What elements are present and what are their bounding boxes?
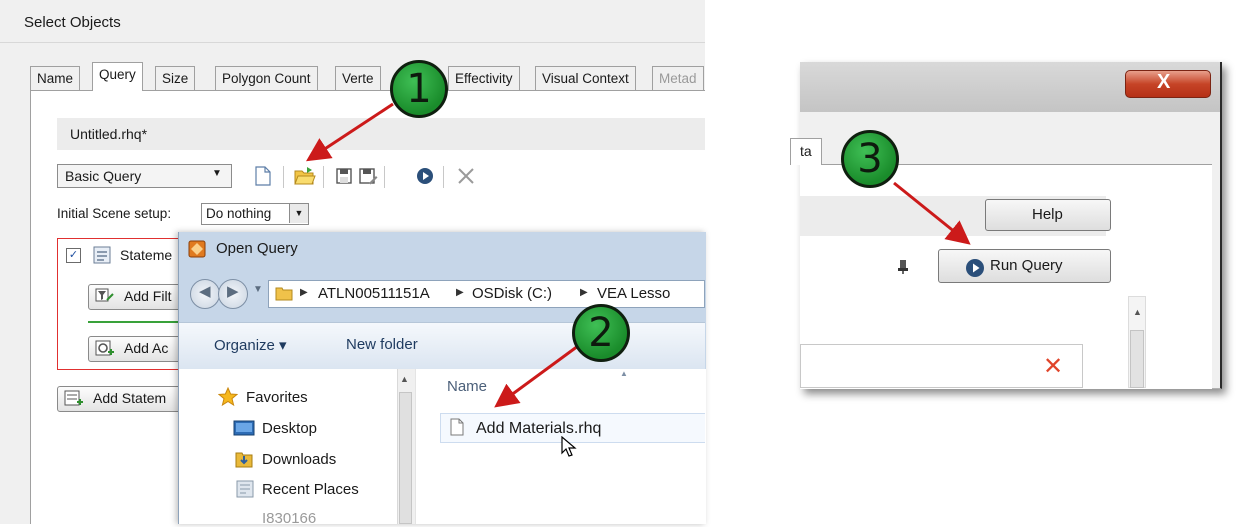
nav-item-favorites[interactable]: Favorites [246, 389, 308, 406]
organize-button[interactable]: Organize ▾ [214, 336, 287, 354]
tab-effectivity[interactable]: Effectivity [448, 66, 520, 90]
nav-item-downloads[interactable]: Downloads [262, 451, 336, 468]
action-icon [95, 340, 114, 356]
chevron-down-icon: ▼ [212, 168, 222, 179]
recent-places-icon [236, 480, 254, 501]
open-folder-icon[interactable] [293, 164, 317, 188]
add-filter-label: Add Filt [124, 288, 172, 304]
step-callout-1: 1 [390, 60, 448, 118]
pin-icon[interactable] [897, 259, 909, 278]
downloads-icon [235, 450, 253, 471]
nav-item-recent-places[interactable]: Recent Places [262, 481, 359, 498]
statement-label: Stateme [120, 247, 173, 263]
file-name-bar [57, 118, 705, 150]
tab-size[interactable]: Size [155, 66, 196, 90]
toolbar-separator [443, 166, 444, 188]
run-query-icon[interactable] [413, 164, 437, 188]
tab-metadata[interactable]: Metad [652, 66, 704, 90]
app-icon [188, 240, 206, 258]
new-file-icon[interactable] [251, 164, 275, 188]
query-type-value: Basic Query [65, 168, 142, 184]
column-header-name[interactable]: Name [447, 378, 487, 395]
add-action-label: Add Ac [124, 340, 169, 356]
nav-item-folder[interactable]: I830166 [262, 510, 316, 527]
tab-polygon-count[interactable]: Polygon Count [215, 66, 318, 90]
scrollbar-thumb[interactable] [1130, 330, 1144, 388]
scroll-up-icon[interactable]: ▲ [1133, 307, 1142, 317]
breadcrumb-item[interactable]: VEA Lesso [597, 285, 670, 302]
forward-arrow-icon: ▶ [227, 283, 239, 300]
run-icon [965, 258, 985, 281]
desktop-icon [233, 420, 255, 439]
statement-checkbox[interactable]: ✓ [66, 248, 81, 263]
star-icon [217, 386, 239, 410]
breadcrumb-item[interactable]: OSDisk (C:) [472, 285, 552, 302]
folder-icon [275, 285, 293, 301]
tab-vertex[interactable]: Verte [335, 66, 381, 90]
initial-scene-label: Initial Scene setup: [57, 206, 172, 221]
statement-add-icon [64, 390, 83, 406]
toolbar-separator [384, 166, 385, 188]
add-statement-label: Add Statem [93, 390, 167, 406]
chevron-down-icon[interactable]: ▼ [253, 284, 263, 295]
divider [0, 42, 705, 43]
save-as-icon[interactable] [356, 164, 380, 188]
close-icon: X [1157, 71, 1171, 93]
breadcrumb-separator-icon: ▶ [580, 287, 588, 298]
breadcrumb-separator-icon: ▶ [456, 287, 464, 298]
file-name: Add Materials.rhq [476, 420, 602, 437]
step-callout-3: 3 [841, 130, 899, 188]
tab-visual-context[interactable]: Visual Context [535, 66, 636, 90]
new-folder-button[interactable]: New folder [346, 336, 418, 353]
scroll-up-icon[interactable]: ▲ [400, 374, 409, 384]
callout-number: 3 [857, 136, 883, 182]
chevron-down-icon[interactable]: ▼ [289, 204, 308, 223]
scrollbar-thumb[interactable] [399, 392, 412, 524]
mouse-cursor-icon [561, 435, 577, 461]
save-icon[interactable] [332, 164, 356, 188]
nav-item-desktop[interactable]: Desktop [262, 420, 317, 437]
tab-query[interactable]: Query [92, 62, 143, 91]
step-callout-2: 2 [572, 304, 630, 362]
dialog-title: Open Query [216, 240, 298, 257]
run-query-label: Run Query [990, 257, 1063, 274]
query-file-name: Untitled.rhq* [70, 126, 148, 142]
delete-icon[interactable]: ✕ [1043, 352, 1063, 381]
callout-number: 1 [406, 66, 432, 112]
file-icon [450, 418, 464, 436]
delete-icon[interactable] [454, 164, 478, 188]
filter-icon [95, 288, 114, 302]
statement-icon [92, 245, 114, 270]
breadcrumb-item[interactable]: ATLN00511151A [318, 285, 430, 302]
breadcrumb-separator-icon: ▶ [300, 287, 308, 298]
callout-number: 2 [588, 310, 614, 356]
tab-label: ta [800, 143, 812, 159]
tab-name[interactable]: Name [30, 66, 81, 90]
statement-box [800, 344, 1083, 388]
help-label: Help [1032, 206, 1063, 223]
back-arrow-icon: ◀ [199, 283, 211, 300]
initial-scene-value: Do nothing [206, 206, 272, 221]
sort-arrow-icon: ▲ [620, 369, 628, 378]
toolbar-separator [323, 166, 324, 188]
toolbar-separator [283, 166, 284, 188]
window-title: Select Objects [24, 14, 121, 31]
